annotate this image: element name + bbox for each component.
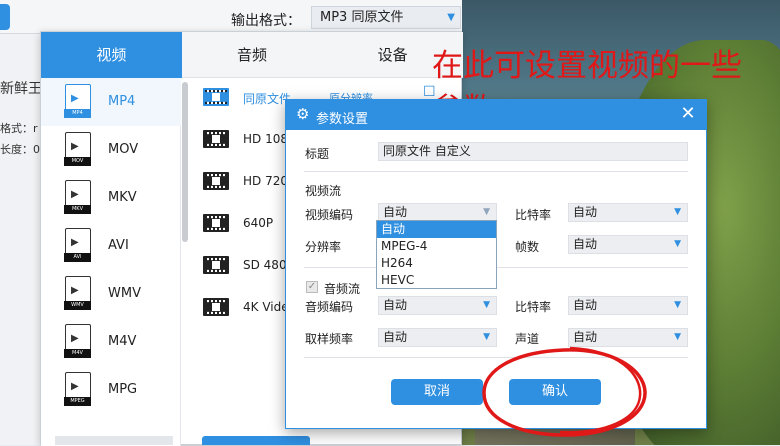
app-top-bar: 输出格式： MP3 同原文件 ▼ xyxy=(0,0,462,34)
audio-bitrate-value: 自动 xyxy=(573,298,598,312)
mov-file-icon: ▶ MOV xyxy=(64,132,91,166)
audio-bitrate-select[interactable]: 自动 ▼ xyxy=(568,296,688,315)
format-list-scrollbar[interactable] xyxy=(182,82,188,242)
audio-stream-checkbox[interactable]: ✓ xyxy=(306,281,318,293)
format-list: ▶ MP4 MP4 ▶ MOV MOV ▶ MKV MKV ▶ AVI AVI ▶ WMV… xyxy=(41,78,181,446)
sample-rate-value: 自动 xyxy=(383,330,408,344)
video-codec-value: 自动 xyxy=(383,205,408,219)
format-item-mp4[interactable]: ▶ MP4 MP4 xyxy=(41,78,181,126)
gear-icon: ⚙ xyxy=(296,105,310,123)
film-icon xyxy=(203,130,229,148)
dialog-header: ⚙ 参数设置 ✕ xyxy=(286,100,706,130)
mp4-file-icon: ▶ MP4 xyxy=(64,84,91,118)
film-icon xyxy=(203,256,229,274)
channel-select[interactable]: 自动 ▼ xyxy=(568,328,688,347)
format-item-wmv[interactable]: ▶ WMV WMV xyxy=(41,270,181,318)
preset-label: HD 108 xyxy=(243,132,288,146)
format-item-label: M4V xyxy=(108,334,137,349)
file-name-partial: 新鲜王 xyxy=(0,81,42,97)
sample-rate-label: 取样频率 xyxy=(305,332,354,346)
format-item-label: MP4 xyxy=(108,94,136,109)
resolution-label: 分辨率 xyxy=(305,240,342,254)
format-item-label: WMV xyxy=(108,286,141,301)
output-format-value: MP3 同原文件 xyxy=(320,10,404,25)
codec-option-hevc[interactable]: HEVC xyxy=(377,272,496,289)
file-length-partial: 长度：0 xyxy=(0,143,40,156)
audio-codec-select[interactable]: 自动 ▼ xyxy=(378,296,497,315)
video-codec-label: 视频编码 xyxy=(305,208,354,222)
bottom-blue-button[interactable] xyxy=(202,436,310,445)
preset-label: 同原文件 xyxy=(243,92,292,106)
format-item-mpg[interactable]: ▶ MPEG MPG xyxy=(41,366,181,414)
format-item-label: MKV xyxy=(108,190,137,205)
chevron-down-icon: ▼ xyxy=(674,207,681,217)
codec-option-auto[interactable]: 自动 xyxy=(377,221,496,238)
film-icon xyxy=(203,298,229,316)
mkv-file-icon: ▶ MKV xyxy=(64,180,91,214)
chevron-down-icon: ▼ xyxy=(483,300,490,310)
chevron-down-icon: ▼ xyxy=(447,12,455,23)
tab-video[interactable]: 视频 xyxy=(41,32,182,78)
chevron-down-icon: ▼ xyxy=(674,332,681,342)
output-format-label: 输出格式： xyxy=(231,13,301,29)
video-stream-heading: 视频流 xyxy=(305,184,342,198)
film-icon xyxy=(203,214,229,232)
format-item-label: MOV xyxy=(108,142,139,157)
format-item-mkv[interactable]: ▶ MKV MKV xyxy=(41,174,181,222)
chevron-down-icon: ▼ xyxy=(483,332,490,342)
bottom-left-control[interactable] xyxy=(55,436,173,445)
audio-bitrate-label: 比特率 xyxy=(515,300,552,314)
fps-select[interactable]: 自动 ▼ xyxy=(568,235,688,254)
mpg-file-icon: ▶ MPEG xyxy=(64,372,91,406)
divider xyxy=(304,357,688,358)
preset-label: HD 720 xyxy=(243,174,288,188)
format-item-label: MPG xyxy=(108,382,138,397)
title-input-value: 同原文件 自定义 xyxy=(383,144,471,158)
format-item-m4v[interactable]: ▶ M4V M4V xyxy=(41,318,181,366)
wmv-file-icon: ▶ WMV xyxy=(64,276,91,310)
sample-rate-select[interactable]: 自动 ▼ xyxy=(378,328,497,347)
video-bitrate-select[interactable]: 自动 ▼ xyxy=(568,203,688,222)
chevron-down-icon: ▼ xyxy=(674,300,681,310)
format-item-avi[interactable]: ▶ AVI AVI xyxy=(41,222,181,270)
output-format-select[interactable]: MP3 同原文件 ▼ xyxy=(311,6,461,29)
channel-value: 自动 xyxy=(573,330,598,344)
codec-option-h264[interactable]: H264 xyxy=(377,255,496,272)
preset-label: 640P xyxy=(243,216,274,230)
dialog-title: 参数设置 xyxy=(316,112,369,127)
chevron-down-icon: ▼ xyxy=(674,239,681,249)
title-input[interactable]: 同原文件 自定义 xyxy=(378,142,688,161)
audio-codec-value: 自动 xyxy=(383,298,408,312)
film-icon xyxy=(203,88,229,106)
fps-label: 帧数 xyxy=(515,240,540,254)
video-bitrate-value: 自动 xyxy=(573,205,598,219)
divider xyxy=(304,171,688,172)
audio-stream-heading: 音频流 xyxy=(324,282,361,296)
video-bitrate-label: 比特率 xyxy=(515,208,552,222)
codec-option-mpeg4[interactable]: MPEG-4 xyxy=(377,238,496,255)
title-label: 标题 xyxy=(305,147,330,161)
close-icon[interactable]: ✕ xyxy=(678,103,698,124)
confirm-button[interactable]: 确认 xyxy=(509,379,601,405)
preset-label: SD 480 xyxy=(243,258,287,272)
tab-audio[interactable]: 音频 xyxy=(182,32,323,78)
file-format-partial: 格式：r xyxy=(0,122,38,135)
format-tabs: 视频 音频 设备 xyxy=(41,32,463,78)
chevron-down-icon: ▼ xyxy=(483,207,490,217)
video-codec-dropdown: 自动 MPEG-4 H264 HEVC xyxy=(376,220,497,289)
background-file-info: 新鲜王 格式：r 长度：0 xyxy=(0,34,42,445)
fps-value: 自动 xyxy=(573,237,598,251)
format-item-mov[interactable]: ▶ MOV MOV xyxy=(41,126,181,174)
film-icon xyxy=(203,172,229,190)
avi-file-icon: ▶ AVI xyxy=(64,228,91,262)
m4v-file-icon: ▶ M4V xyxy=(64,324,91,358)
audio-codec-label: 音频编码 xyxy=(305,300,354,314)
preset-label: 4K Vide xyxy=(243,300,289,314)
cancel-button[interactable]: 取消 xyxy=(391,379,483,405)
channel-label: 声道 xyxy=(515,332,540,346)
format-item-label: AVI xyxy=(108,238,129,253)
top-left-button[interactable] xyxy=(0,4,10,30)
